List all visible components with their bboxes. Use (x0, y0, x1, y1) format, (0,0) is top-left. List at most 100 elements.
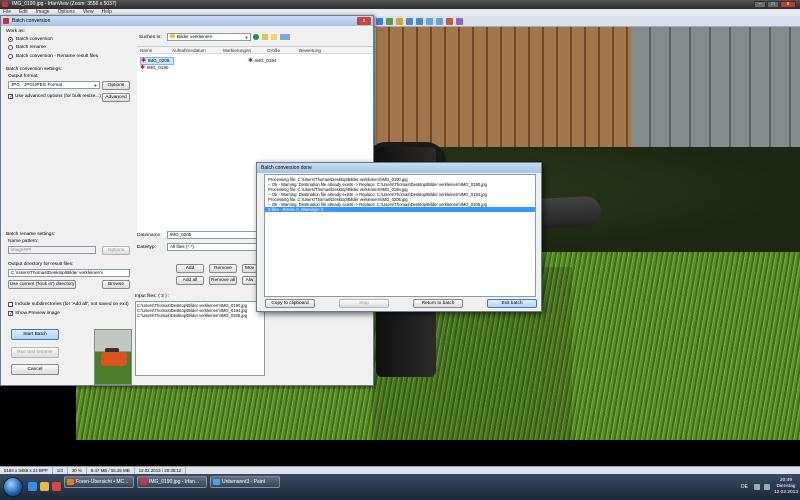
work-as-label: Work as: (6, 29, 25, 34)
include-subdirs-checkbox[interactable] (8, 302, 13, 307)
task-paint[interactable]: Unbenannt3 - Paint (210, 476, 280, 488)
col-size[interactable]: Größe (267, 47, 280, 54)
quicklaunch-explorer-icon[interactable] (40, 482, 49, 491)
rename-options-button[interactable]: Options (102, 246, 130, 255)
toolbar-save-icon[interactable] (386, 18, 393, 25)
filetype-select[interactable]: All files (*.*) ▼ (167, 243, 267, 251)
conversion-log[interactable]: Processing file: C:\Users\Thomas\Desktop… (264, 174, 536, 297)
col-tags[interactable]: Markierungen (223, 47, 251, 54)
stop-button[interactable]: Stop (339, 299, 389, 308)
irfanview-app-icon (2, 2, 8, 7)
tray-volume-icon[interactable] (763, 484, 770, 490)
preview-image (94, 329, 132, 385)
batch-done-dialog: Batch conversion done Processing file: C… (256, 162, 542, 312)
language-indicator[interactable]: DE (739, 483, 750, 491)
show-preview-checkbox[interactable]: ✓ (8, 311, 13, 317)
toolbar-print-icon[interactable] (396, 18, 403, 25)
start-button[interactable] (3, 477, 23, 497)
col-rating[interactable]: Bewertung (299, 47, 321, 54)
add-button[interactable]: Add (176, 264, 204, 273)
task-paint-label: Unbenannt3 - Paint (222, 479, 266, 485)
task-forum-label: Foren-Übersicht • MC... (76, 479, 129, 485)
conversion-settings-label: Batch conversion settings: (6, 67, 62, 72)
toolbar-delete-icon[interactable] (446, 18, 453, 25)
output-dir-field[interactable]: C:\Users\Thomas\Desktop\Bilder verkleine… (8, 269, 130, 277)
mode-batch-conversion-radio[interactable] (8, 37, 13, 42)
batch-title: Batch conversion (12, 18, 51, 24)
new-folder-icon[interactable] (271, 34, 277, 40)
output-format-select[interactable]: JPG - JPG/JPEG Format ▼ (8, 81, 100, 89)
toolbar-next-icon[interactable] (436, 18, 443, 25)
advanced-options-checkbox[interactable]: ✓ (8, 94, 13, 100)
file-item[interactable]: ✱ IMG_0194 (248, 58, 276, 64)
browse-button[interactable]: Browse (102, 280, 130, 289)
back-icon[interactable] (253, 34, 259, 40)
window-controls: – □ x (754, 1, 796, 8)
remove-button[interactable]: Remove (209, 264, 237, 273)
file-item[interactable]: ✱ IMG_0190 (140, 65, 168, 71)
col-date[interactable]: Aufnahmedatum (172, 47, 206, 54)
always-button[interactable]: Alw (242, 276, 257, 285)
run-test-rename-button[interactable]: Run test rename (11, 347, 59, 358)
use-current-dir-button[interactable]: Use current ('look in') directory (8, 280, 76, 289)
file-item[interactable]: ✱ IMG_0205 (140, 57, 174, 65)
include-subdirs-label: Include subdirectories (for 'Add all'; n… (15, 302, 129, 307)
view-menu-icon[interactable] (280, 34, 290, 40)
list-item[interactable]: C:\Users\Thomas\Desktop\Bilder verkleine… (137, 313, 263, 318)
toolbar-zoom-in-icon[interactable] (406, 18, 413, 25)
return-to-batch-button[interactable]: Return to batch (413, 299, 463, 308)
close-button[interactable]: x (780, 1, 796, 8)
done-title: Batch conversion done (261, 165, 312, 171)
toolbar-prev-icon[interactable] (426, 18, 433, 25)
status-dimensions: 5184 x 3456 x 24 BPP (0, 467, 53, 474)
clock-date: 12.02.2013 (773, 490, 798, 495)
status-datetime: 12.02.2013 / 20:35:12 (135, 467, 187, 474)
mode-batch-rename-label: Batch rename (16, 45, 46, 50)
name-pattern-field[interactable]: image### (8, 246, 96, 254)
file-item-name: IMG_0190 (147, 65, 169, 70)
start-batch-button[interactable]: Start Batch (11, 329, 59, 340)
task-forum[interactable]: Foren-Übersicht • MC... (64, 476, 134, 488)
input-files-label: Input files: ( 3 ) : (135, 294, 170, 299)
cancel-button[interactable]: Cancel (11, 364, 59, 375)
add-all-button[interactable]: Add all (176, 276, 204, 285)
copy-to-clipboard-button[interactable]: Copy to clipboard (265, 299, 315, 308)
up-folder-icon[interactable] (262, 34, 268, 40)
file-list-header: Name Aufnahmedatum Markierungen Größe Be… (137, 47, 373, 54)
task-irfanview[interactable]: IMG_0190.jpg - Irfan... (137, 476, 207, 488)
col-name[interactable]: Name (140, 47, 152, 54)
input-files-list[interactable]: C:\Users\Thomas\Desktop\Bilder verkleine… (135, 301, 265, 376)
look-in-value: Bilder verkleinern (177, 34, 213, 39)
task-irfanview-label: IMG_0190.jpg - Irfan... (149, 479, 200, 485)
minimize-button[interactable]: – (754, 1, 766, 8)
exit-batch-button[interactable]: Exit batch (487, 299, 537, 308)
done-title-bar[interactable]: Batch conversion done (257, 163, 541, 173)
image-file-icon: ✱ (140, 65, 146, 71)
remove-all-button[interactable]: Remove all (209, 276, 237, 285)
format-options-button[interactable]: Options (102, 81, 130, 90)
quicklaunch-ie-icon[interactable] (28, 482, 37, 491)
firefox-icon (67, 479, 74, 485)
maximize-button[interactable]: □ (767, 1, 779, 8)
batch-title-bar[interactable]: Batch conversion x (1, 16, 373, 26)
look-in-select[interactable]: Bilder verkleinern ▼ (167, 33, 251, 41)
batch-close-button[interactable]: x (357, 17, 371, 25)
filename-field[interactable]: IMG_0205 (167, 231, 267, 239)
paint-icon (213, 479, 220, 485)
image-file-icon: ✱ (248, 58, 254, 64)
show-preview-label: Show Preview image (15, 311, 60, 316)
clock[interactable]: 20:49 Dienstag 12.02.2013 (774, 478, 798, 496)
mode-batch-rename-radio[interactable] (8, 45, 13, 50)
toolbar-open-icon[interactable] (376, 18, 383, 25)
advanced-options-label: Use advanced options (for bulk resize...… (15, 94, 101, 99)
chevron-down-icon: ▼ (244, 35, 249, 40)
move-button[interactable]: Mov (242, 264, 257, 273)
main-title-bar[interactable]: IMG_0190.jpg - IrfanView (Zoom: 3556 x 5… (0, 0, 800, 9)
advanced-button[interactable]: Advanced (102, 93, 130, 102)
mode-convert-rename-radio[interactable] (8, 54, 13, 59)
quicklaunch-media-icon[interactable] (52, 482, 61, 491)
tray-network-icon[interactable] (753, 484, 760, 490)
toolbar-zoom-out-icon[interactable] (416, 18, 423, 25)
look-in-label: Suchen in: (139, 35, 162, 40)
toolbar-settings-icon[interactable] (456, 18, 463, 25)
